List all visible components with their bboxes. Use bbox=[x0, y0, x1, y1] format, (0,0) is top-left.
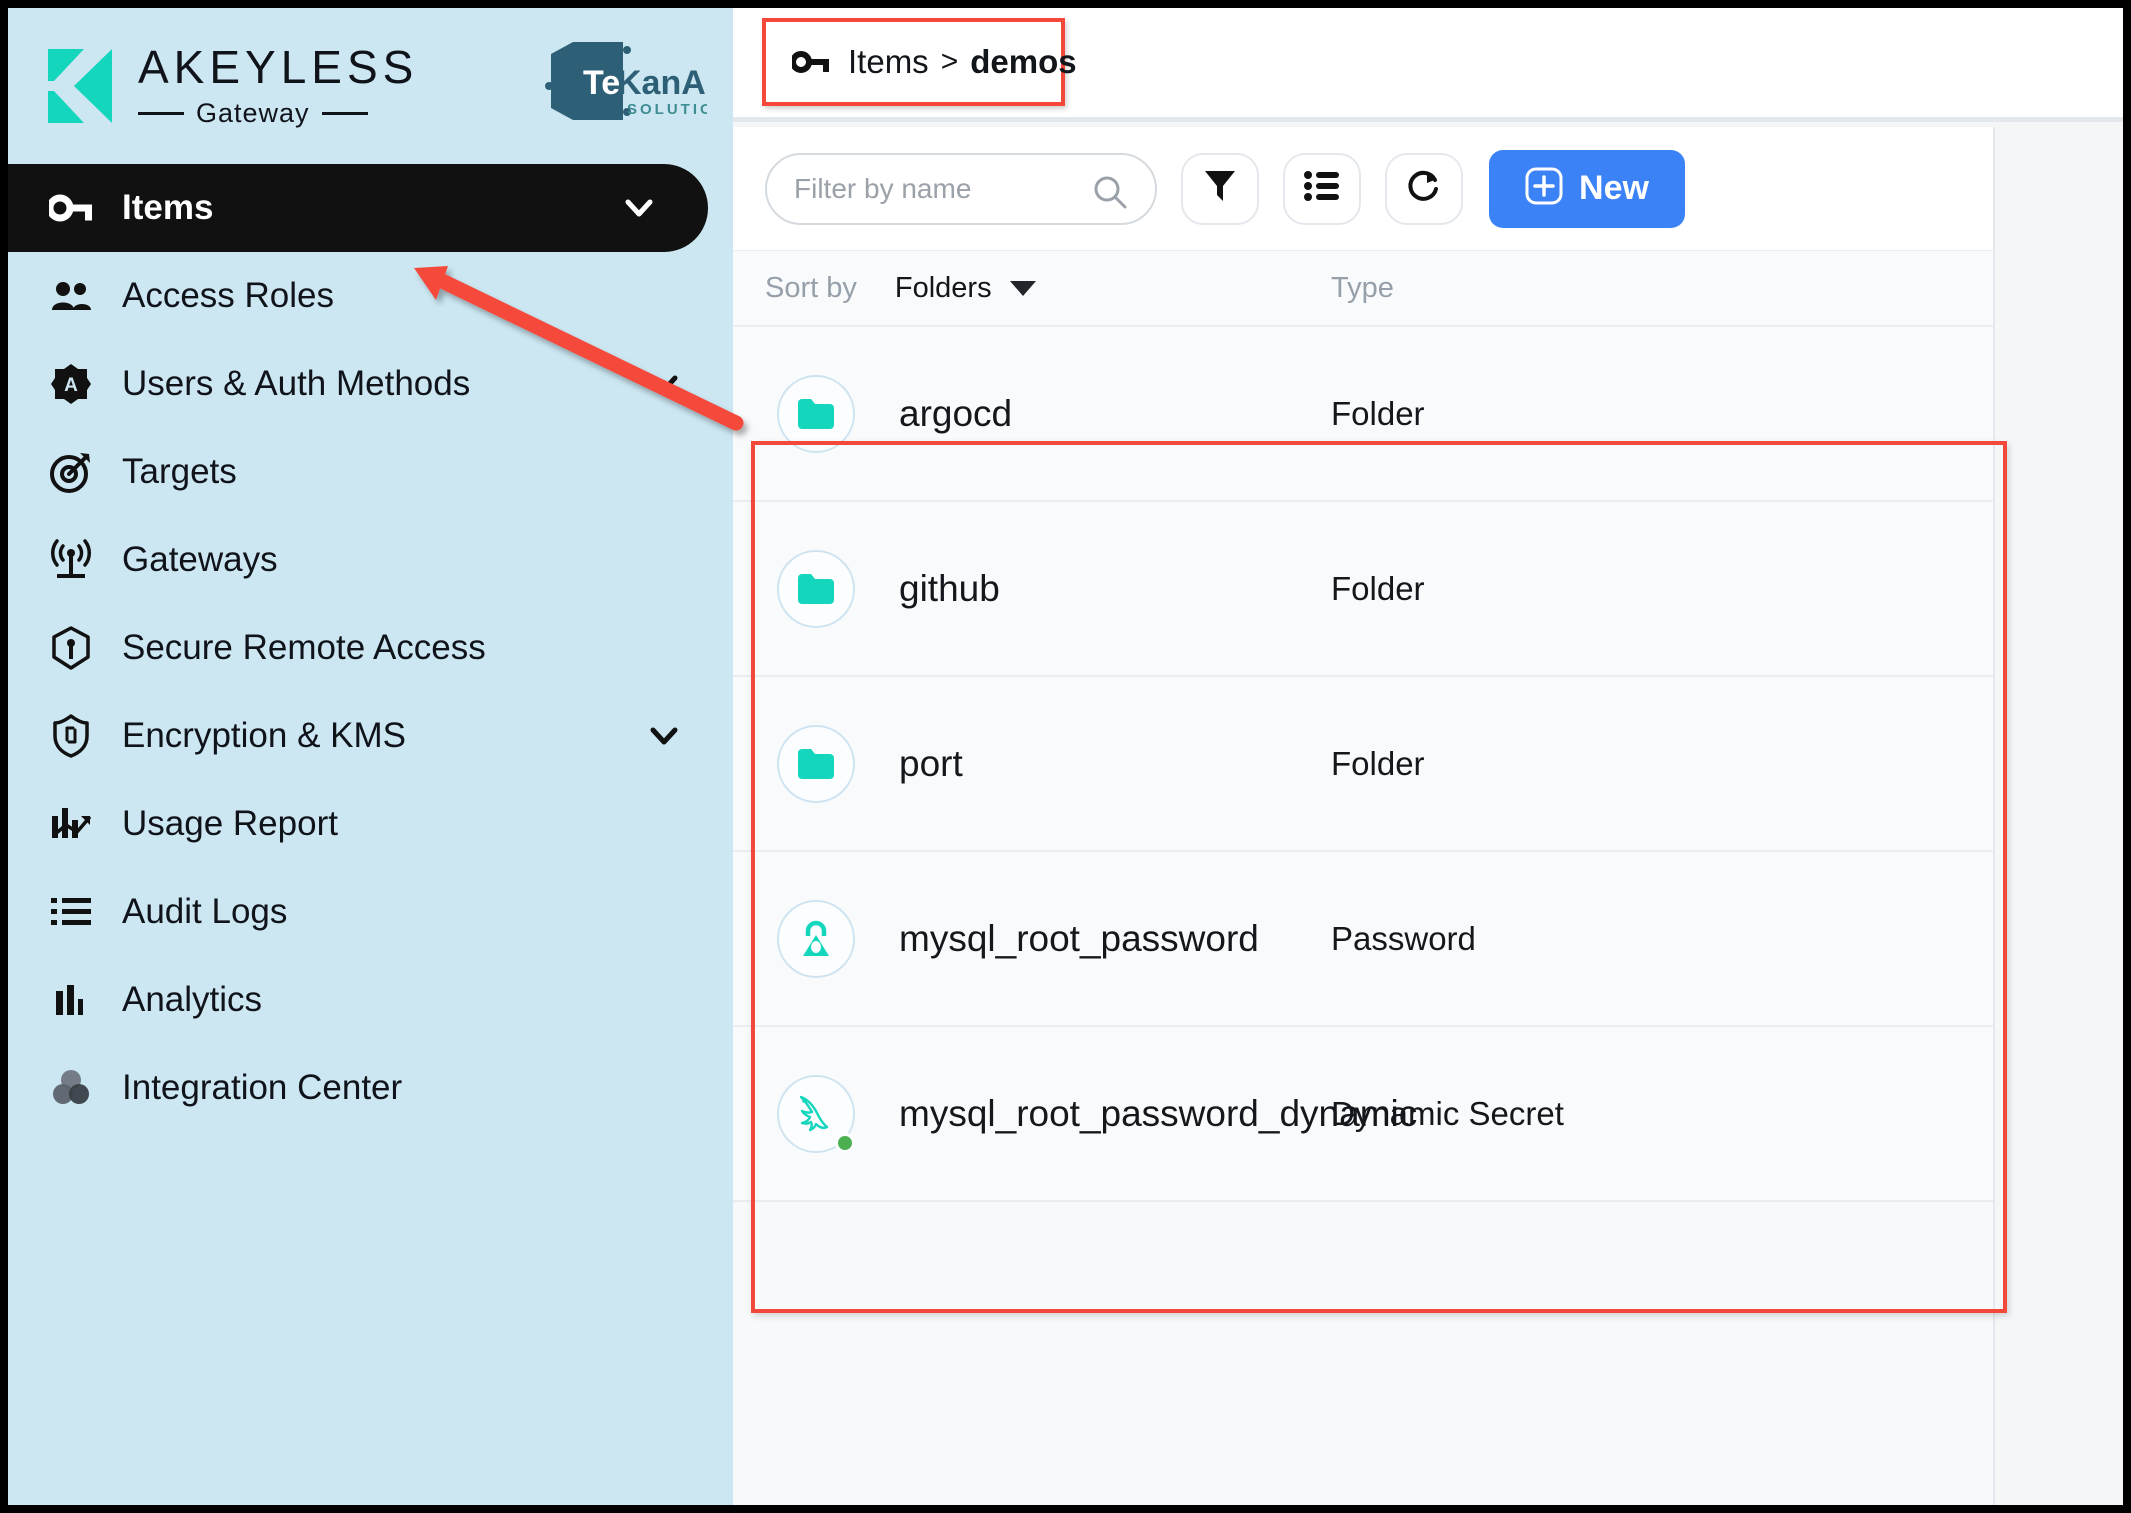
list-view-button[interactable] bbox=[1283, 152, 1361, 225]
status-dot bbox=[835, 1132, 855, 1153]
search-field[interactable] bbox=[765, 152, 1157, 225]
app-window: AKEYLESS Gateway Te KanAid bbox=[8, 8, 2123, 1505]
sidebar-item-encryption-kms[interactable]: Encryption & KMS bbox=[8, 692, 733, 780]
main-content: Items > demos Filter by name New Sort by… bbox=[733, 8, 2123, 1505]
akeyless-k-logo-icon bbox=[46, 47, 114, 125]
venn-circles-icon bbox=[48, 1065, 94, 1111]
item-type: Dynamic Secret bbox=[1331, 1094, 1564, 1132]
top-bar-right-spacer bbox=[1995, 8, 2123, 122]
sidebar: AKEYLESS Gateway Te KanAid bbox=[8, 8, 739, 1505]
item-type: Folder bbox=[1331, 744, 1425, 782]
sidebar-item-label: Gateways bbox=[122, 540, 278, 579]
sidebar-item-label: Audit Logs bbox=[122, 892, 288, 931]
key-icon bbox=[790, 49, 830, 75]
chevron-down-icon[interactable] bbox=[622, 191, 656, 225]
chevron-down-icon[interactable] bbox=[647, 719, 681, 753]
items-toolbar: New bbox=[733, 127, 1993, 251]
item-type: Folder bbox=[1331, 394, 1425, 432]
bar-chart-icon bbox=[48, 977, 94, 1023]
brand-rule-left bbox=[138, 111, 184, 115]
usage-chart-icon bbox=[48, 801, 94, 847]
filter-button[interactable] bbox=[1181, 152, 1259, 225]
tekanaid-solutions-logo-icon: Te KanAid SOLUTIONS bbox=[531, 36, 739, 126]
auth-badge-icon: A bbox=[48, 361, 94, 407]
item-type: Password bbox=[1331, 919, 1476, 957]
funnel-icon bbox=[1203, 168, 1237, 209]
sidebar-item-label: Analytics bbox=[122, 980, 263, 1019]
item-name: port bbox=[899, 742, 963, 784]
sidebar-item-label: Encryption & KMS bbox=[122, 716, 406, 755]
items-panel: New Sort by Folders Type bbox=[733, 127, 1995, 1505]
sidebar-item-label: Access Roles bbox=[122, 276, 335, 315]
brand-rule-right bbox=[321, 111, 368, 115]
search-input[interactable] bbox=[767, 172, 1067, 205]
sidebar-item-label: Secure Remote Access bbox=[122, 628, 486, 667]
top-bar: Items > demos bbox=[733, 8, 1995, 122]
svg-text:Te: Te bbox=[583, 64, 620, 102]
sidebar-item-secure-remote-access[interactable]: Secure Remote Access bbox=[8, 604, 733, 692]
key-icon bbox=[48, 185, 94, 231]
sidebar-item-label: Targets bbox=[122, 452, 237, 491]
folder-icon bbox=[777, 549, 855, 628]
sidebar-item-gateways[interactable]: Gateways bbox=[8, 516, 733, 604]
svg-text:SOLUTIONS: SOLUTIONS bbox=[627, 101, 707, 118]
shield-pin-icon bbox=[48, 625, 94, 671]
items-table: argocd Folder github Folder port Folder … bbox=[733, 327, 1993, 1202]
svg-text:A: A bbox=[64, 375, 78, 396]
mysql-dolphin-icon bbox=[777, 1074, 855, 1153]
sidebar-item-access-roles[interactable]: Access Roles bbox=[8, 252, 733, 340]
folder-icon bbox=[777, 724, 855, 803]
item-name: mysql_root_password bbox=[899, 917, 1259, 959]
antenna-icon bbox=[48, 537, 94, 583]
list-view-icon bbox=[1304, 171, 1340, 206]
brand-header: AKEYLESS Gateway Te KanAid bbox=[8, 8, 739, 164]
sidebar-item-audit-logs[interactable]: Audit Logs bbox=[8, 868, 733, 956]
item-type: Folder bbox=[1331, 569, 1425, 607]
sidebar-nav: Items Access Roles A Users & Auth Method… bbox=[8, 164, 733, 1132]
sidebar-item-label: Items bbox=[122, 188, 214, 227]
sidebar-item-usage-report[interactable]: Usage Report bbox=[8, 780, 733, 868]
lock-icon bbox=[777, 899, 855, 978]
svg-text:KanAid: KanAid bbox=[617, 64, 707, 102]
refresh-icon bbox=[1407, 168, 1441, 209]
refresh-button[interactable] bbox=[1385, 152, 1463, 225]
table-row[interactable]: mysql_root_password_dynamic Dynamic Secr… bbox=[733, 1027, 1993, 1202]
caret-down-icon[interactable] bbox=[1009, 280, 1036, 296]
table-row[interactable]: port Folder bbox=[733, 677, 1993, 852]
sidebar-item-users-auth-methods[interactable]: A Users & Auth Methods bbox=[8, 340, 733, 428]
sort-by-label: Sort by bbox=[765, 271, 857, 304]
table-row[interactable]: mysql_root_password Password bbox=[733, 852, 1993, 1027]
table-row[interactable]: argocd Folder bbox=[733, 327, 1993, 502]
breadcrumb[interactable]: Items > demos bbox=[762, 18, 1077, 106]
sidebar-item-label: Usage Report bbox=[122, 804, 338, 843]
sort-by-value[interactable]: Folders bbox=[895, 272, 992, 305]
plus-square-icon bbox=[1525, 167, 1563, 210]
shield-key-icon bbox=[48, 713, 94, 759]
item-name: argocd bbox=[899, 392, 1013, 434]
sidebar-item-label: Users & Auth Methods bbox=[122, 364, 471, 403]
search-icon[interactable] bbox=[1093, 175, 1127, 209]
breadcrumb-root[interactable]: Items bbox=[848, 43, 929, 81]
breadcrumb-separator: > bbox=[940, 45, 959, 78]
brand-wordmark: AKEYLESS Gateway bbox=[138, 44, 418, 129]
sidebar-item-items[interactable]: Items bbox=[8, 164, 708, 252]
sidebar-item-integration-center[interactable]: Integration Center bbox=[8, 1044, 733, 1132]
folder-icon bbox=[777, 374, 855, 453]
item-name: github bbox=[899, 567, 1000, 609]
new-button-label: New bbox=[1579, 169, 1649, 207]
sidebar-item-analytics[interactable]: Analytics bbox=[8, 956, 733, 1044]
table-row[interactable]: github Folder bbox=[733, 502, 1993, 677]
breadcrumb-current: demos bbox=[970, 43, 1077, 80]
column-header-type: Type bbox=[1331, 271, 1394, 304]
new-button[interactable]: New bbox=[1489, 149, 1685, 228]
brand-subtitle: Gateway bbox=[196, 97, 310, 128]
brand-title: AKEYLESS bbox=[138, 40, 419, 93]
target-icon bbox=[48, 449, 94, 495]
people-icon bbox=[48, 273, 94, 319]
list-icon bbox=[48, 889, 94, 935]
sort-row: Sort by Folders Type bbox=[733, 251, 1993, 327]
sidebar-item-targets[interactable]: Targets bbox=[8, 428, 733, 516]
sidebar-item-label: Integration Center bbox=[122, 1068, 403, 1107]
chevron-down-icon[interactable] bbox=[647, 367, 681, 401]
